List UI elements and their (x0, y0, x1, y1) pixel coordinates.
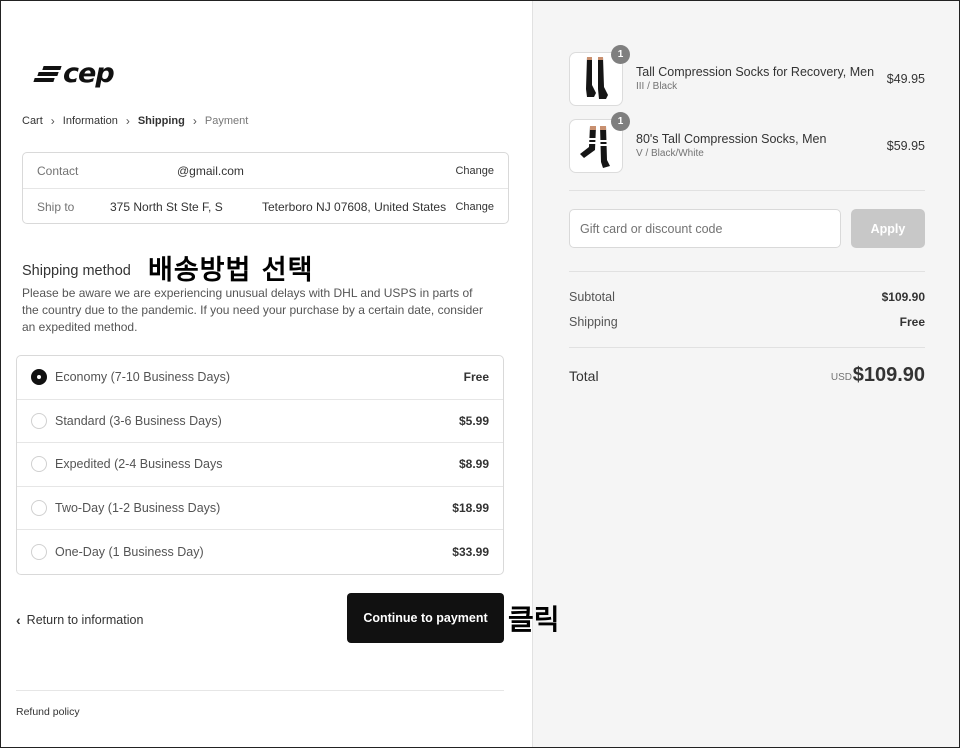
rate-economy[interactable]: Economy (7-10 Business Days) Free (17, 356, 503, 400)
item-variant: V / Black/White (636, 148, 704, 159)
shipping-rates-list: Economy (7-10 Business Days) Free Standa… (16, 355, 504, 575)
rate-name: Economy (7-10 Business Days) (55, 370, 231, 385)
breadcrumb-cart[interactable]: Cart (22, 115, 43, 127)
return-to-information-link[interactable]: ‹ Return to information (16, 612, 143, 628)
refund-policy-link[interactable]: Refund policy (16, 706, 80, 718)
ship-to-city: Teterboro NJ 07608, United States (262, 200, 447, 214)
rate-name: Standard (3-6 Business Days) (55, 413, 222, 428)
rate-price: $8.99 (458, 457, 489, 472)
continue-to-payment-button[interactable]: Continue to payment (347, 593, 504, 643)
radio-icon[interactable] (31, 500, 47, 517)
return-label: Return to information (26, 613, 144, 627)
cep-logo[interactable]: cep (33, 58, 115, 89)
item-price: $59.95 (886, 139, 925, 153)
footer-divider (16, 690, 504, 691)
rate-price: $5.99 (458, 413, 489, 428)
shipping-method-heading: Shipping method (22, 263, 131, 279)
change-contact-link[interactable]: Change (455, 165, 494, 177)
order-item: 1 Tall Compression Socks for Recovery, M… (569, 45, 925, 108)
summary-divider (569, 347, 925, 348)
contact-label: Contact (37, 163, 79, 178)
rate-price: Free (463, 370, 489, 385)
black-white-socks-image: 1 (569, 112, 630, 173)
radio-icon[interactable] (31, 544, 47, 561)
black-socks-image: 1 (569, 45, 630, 106)
item-variant: III / Black (636, 81, 678, 92)
chevron-right-icon: › (50, 114, 55, 128)
rate-price: $18.99 (452, 501, 489, 516)
rate-name: One-Day (1 Business Day) (55, 545, 204, 560)
rate-expedited[interactable]: Expedited (2-4 Business Days $8.99 (17, 443, 503, 487)
subtotal-row: Subtotal $109.90 (569, 290, 925, 304)
rate-two-day[interactable]: Two-Day (1-2 Business Days) $18.99 (17, 487, 503, 531)
rate-name: Two-Day (1-2 Business Days) (55, 501, 221, 516)
total-row: Total USD $109.90 (569, 364, 925, 390)
summary-divider (569, 190, 925, 191)
shipping-row: Shipping Free (569, 315, 925, 329)
quantity-badge: 1 (611, 45, 630, 64)
click-annotation: 클릭 (508, 603, 560, 636)
total-label: Total (569, 368, 599, 384)
apply-discount-button[interactable]: Apply (851, 209, 925, 248)
chevron-right-icon: › (192, 114, 197, 128)
logo-mark-icon (33, 65, 62, 82)
ship-to-label: Ship to (37, 200, 75, 214)
ship-to-row: Ship to 375 North St Ste F, S Teterboro … (23, 189, 508, 225)
contact-value: @gmail.com (177, 163, 244, 178)
shipping-annotation: 배송방법 선택 (148, 255, 314, 286)
breadcrumb-information[interactable]: Information (63, 115, 118, 127)
subtotal-label: Subtotal (569, 290, 615, 304)
subtotal-value: $109.90 (881, 290, 925, 304)
radio-selected-icon[interactable] (31, 369, 47, 386)
rate-standard[interactable]: Standard (3-6 Business Days) $5.99 (17, 400, 503, 444)
radio-icon[interactable] (31, 412, 47, 429)
review-block: Contact @gmail.com Change Ship to 375 No… (22, 152, 509, 224)
contact-row: Contact @gmail.com Change (23, 153, 508, 189)
change-address-link[interactable]: Change (455, 201, 494, 213)
rate-name: Expedited (2-4 Business Days (55, 457, 223, 472)
total-value: $109.90 (852, 364, 925, 386)
quantity-badge: 1 (611, 112, 630, 131)
rate-one-day[interactable]: One-Day (1 Business Day) $33.99 (17, 530, 503, 574)
radio-icon[interactable] (31, 456, 47, 473)
breadcrumb: Cart › Information › Shipping › Payment (22, 114, 248, 128)
summary-divider (569, 271, 925, 272)
currency-code: USD (830, 372, 852, 383)
order-item: 1 80's Tall Compression Socks, Men V / B… (569, 112, 925, 175)
ship-to-street: 375 North St Ste F, S (110, 200, 223, 214)
breadcrumb-shipping: Shipping (137, 115, 185, 127)
breadcrumb-payment: Payment (204, 115, 249, 127)
rate-price: $33.99 (452, 545, 489, 560)
chevron-right-icon: › (125, 114, 130, 128)
shipping-value: Free (899, 315, 925, 329)
item-title: 80's Tall Compression Socks, Men (636, 132, 827, 146)
item-title: Tall Compression Socks for Recovery, Men (636, 65, 875, 79)
logo-text: cep (63, 58, 115, 89)
discount-code-input[interactable] (569, 209, 841, 248)
chevron-left-icon: ‹ (16, 612, 21, 628)
shipping-notice: Please be aware we are experiencing unus… (22, 286, 483, 334)
item-price: $49.95 (886, 72, 925, 86)
shipping-label: Shipping (569, 315, 618, 329)
